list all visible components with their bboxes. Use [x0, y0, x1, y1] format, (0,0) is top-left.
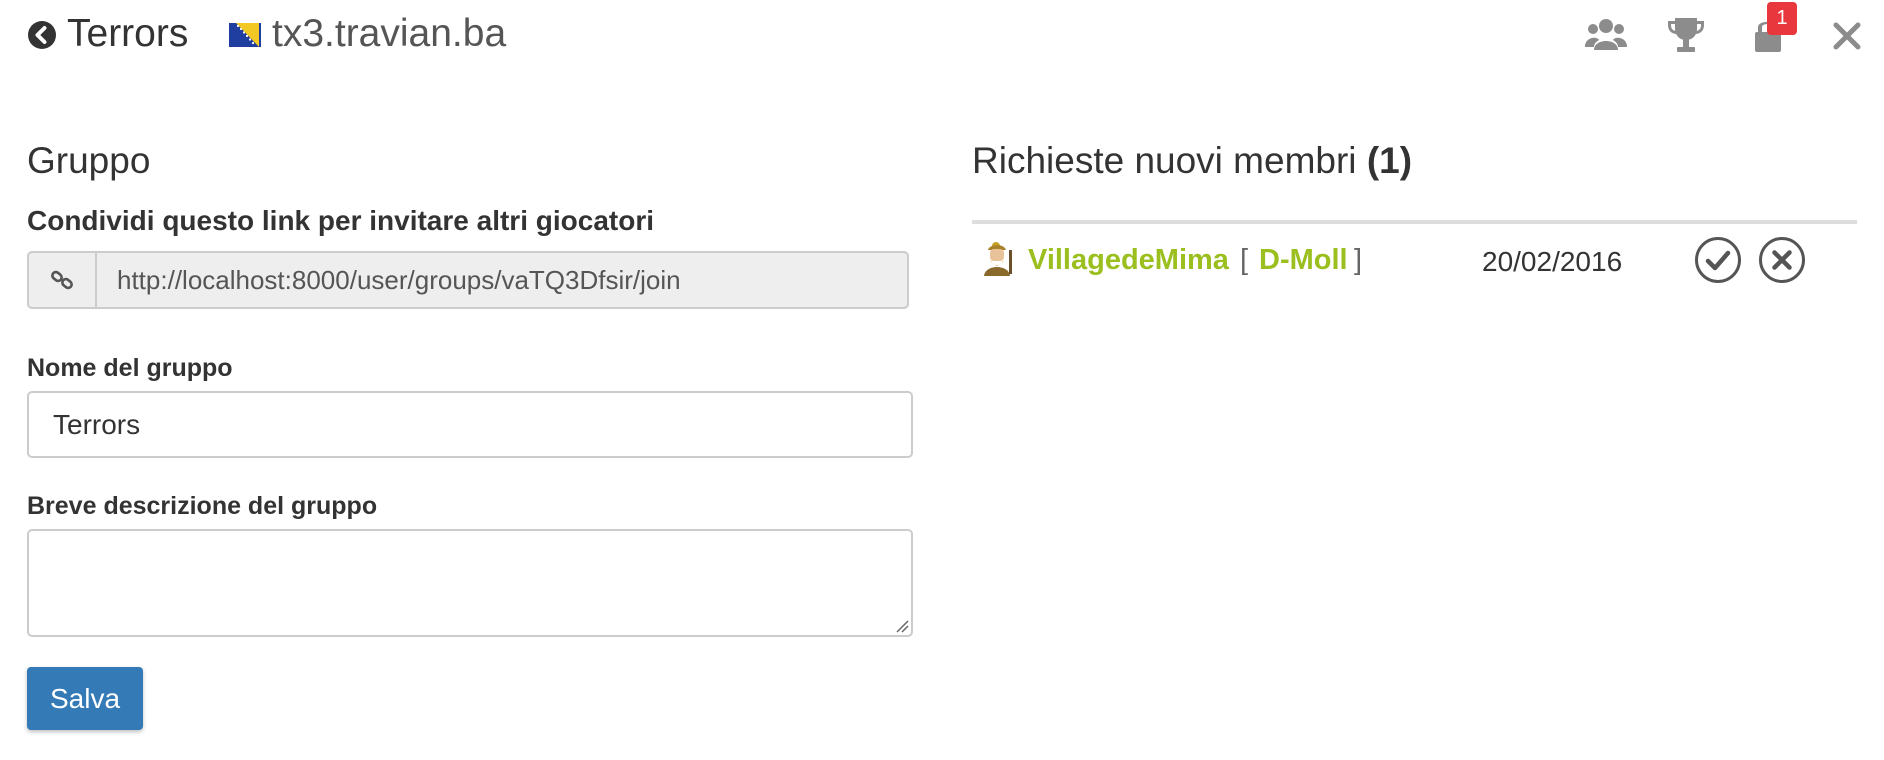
request-date: 20/02/2016: [1482, 246, 1623, 277]
trophy-icon[interactable]: [1664, 14, 1708, 58]
group-description-label: Breve descrizione del gruppo: [27, 492, 378, 520]
requests-divider: [972, 220, 1857, 224]
resize-handle-icon[interactable]: [893, 617, 909, 633]
request-row: VillagedeMima [ D-Moll ] 20/02/2016: [972, 232, 1857, 292]
group-name-input[interactable]: [27, 391, 913, 458]
request-player-link[interactable]: VillagedeMima: [1028, 244, 1229, 277]
invite-link-group: [27, 251, 909, 309]
users-icon[interactable]: [1584, 14, 1628, 58]
group-name-label: Nome del gruppo: [27, 354, 233, 382]
requests-title-text: Richieste nuovi membri: [972, 140, 1357, 181]
invite-link-field[interactable]: [97, 253, 907, 307]
save-button[interactable]: Salva: [27, 667, 143, 730]
link-addon: [29, 253, 97, 307]
accept-request-icon[interactable]: [1694, 236, 1742, 284]
group-section-title: Gruppo: [27, 140, 151, 181]
group-title[interactable]: Terrors: [67, 12, 188, 56]
close-icon[interactable]: [1825, 14, 1869, 58]
bracket-open: [: [1240, 244, 1249, 276]
group-description-input[interactable]: [27, 529, 913, 637]
bracket-close: ]: [1354, 244, 1363, 276]
server-name: tx3.travian.ba: [272, 12, 507, 55]
link-icon: [51, 270, 73, 290]
requests-section-title: Richieste nuovi membri (1): [972, 140, 1412, 182]
notification-badge: 1: [1767, 2, 1797, 35]
requests-count: (1): [1366, 140, 1413, 181]
reject-request-icon[interactable]: [1758, 236, 1806, 284]
chevron-circle-left-icon[interactable]: [27, 20, 57, 50]
player-avatar-icon: [984, 242, 1012, 276]
flag-icon: [229, 23, 261, 47]
share-link-label: Condividi questo link per invitare altri…: [27, 205, 654, 236]
request-village-link[interactable]: D-Moll: [1259, 244, 1348, 277]
